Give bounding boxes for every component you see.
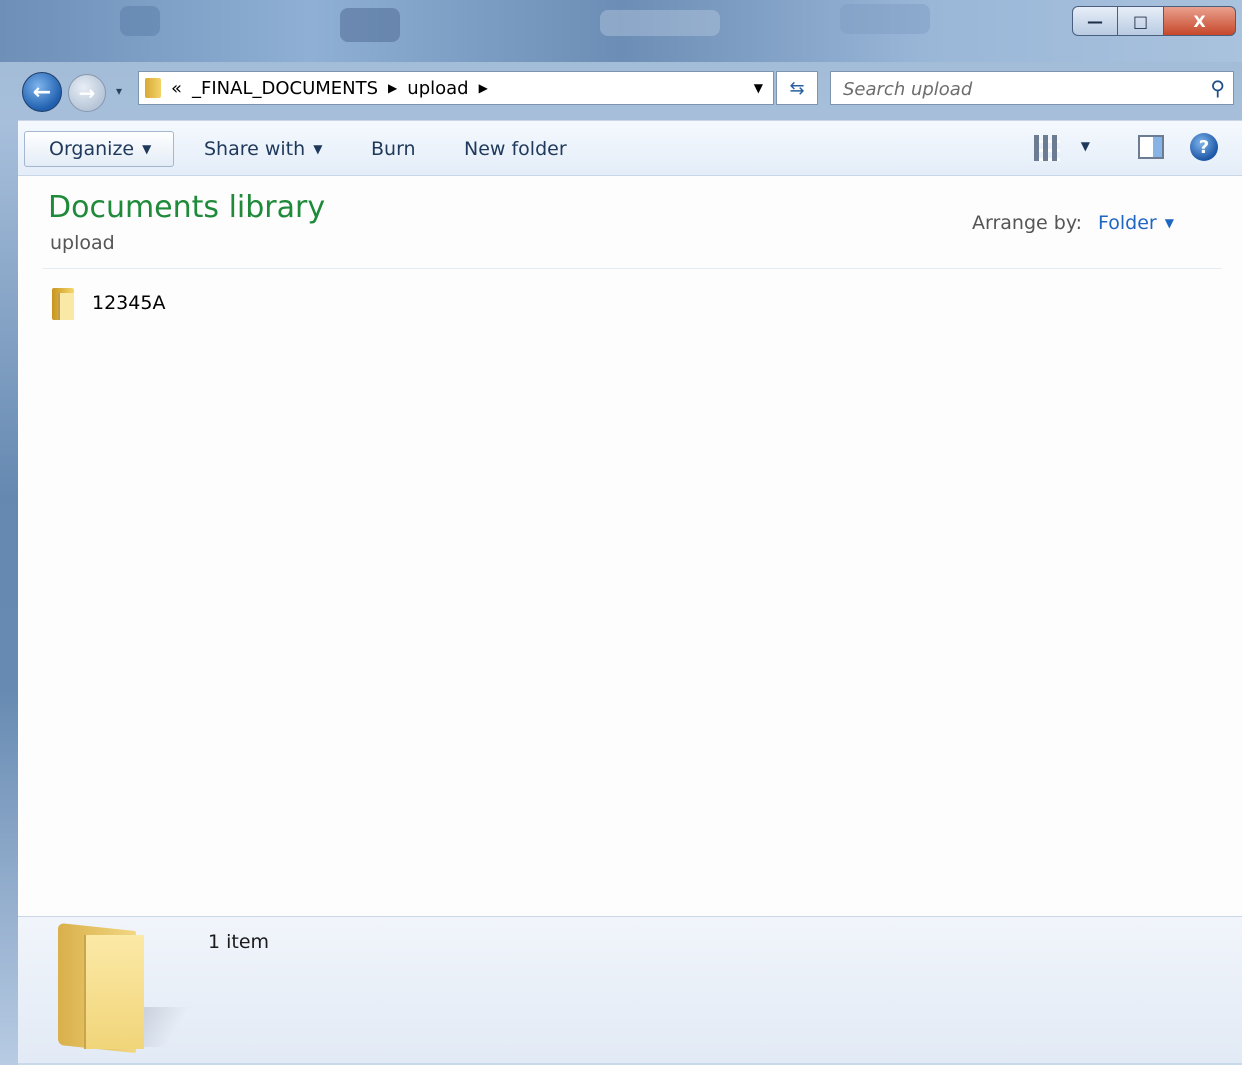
change-view-icon[interactable] — [1034, 135, 1060, 161]
breadcrumb-separator-icon[interactable]: ▶ — [479, 81, 488, 95]
window-frame-edge — [0, 120, 18, 1065]
arrange-by-dropdown[interactable]: Folder ▼ — [1098, 212, 1174, 234]
file-list-pane[interactable]: Documents library upload Arrange by: Fol… — [18, 176, 1242, 916]
burn-button[interactable]: Burn — [371, 131, 416, 167]
close-button[interactable]: X — [1164, 6, 1236, 36]
back-button[interactable]: ← — [22, 72, 62, 112]
recent-pages-dropdown[interactable]: ▾ — [116, 84, 122, 98]
window-controls: — □ X — [1072, 6, 1236, 36]
share-with-button[interactable]: Share with ▼ — [204, 131, 322, 167]
breadcrumb-overflow[interactable]: « — [171, 78, 182, 99]
search-input[interactable] — [841, 77, 1185, 101]
arrange-by-label: Arrange by: — [972, 212, 1083, 234]
chevron-down-icon: ▼ — [1164, 216, 1174, 230]
address-bar[interactable]: « _FINAL_DOCUMENTS ▶ upload ▶ ▼ — [138, 71, 774, 105]
folder-icon — [145, 78, 161, 98]
item-name: 12345A — [92, 292, 166, 314]
item-count: 1 item — [208, 931, 270, 953]
command-bar: Organize ▼ Share with ▼ Burn New folder … — [18, 120, 1242, 176]
view-options-dropdown-icon[interactable]: ▼ — [1081, 139, 1090, 153]
list-item[interactable]: 12345A — [50, 284, 165, 322]
forward-button[interactable]: → — [68, 74, 106, 112]
share-with-label: Share with — [204, 138, 306, 160]
details-pane: 1 item — [18, 916, 1242, 1063]
header-divider — [42, 268, 1222, 269]
folder-icon — [50, 285, 76, 321]
address-dropdown-icon[interactable]: ▼ — [754, 81, 763, 95]
forward-arrow-icon: → — [78, 81, 96, 105]
refresh-button[interactable]: ⇆ — [776, 71, 818, 105]
back-arrow-icon: ← — [32, 79, 52, 105]
organize-button[interactable]: Organize ▼ — [24, 131, 175, 167]
search-box[interactable]: ⚲ — [830, 71, 1234, 105]
new-folder-label: New folder — [464, 138, 567, 160]
search-icon[interactable]: ⚲ — [1210, 76, 1225, 100]
breadcrumb-separator-icon[interactable]: ▶ — [388, 81, 397, 95]
minimize-button[interactable]: — — [1072, 6, 1118, 36]
title-bar[interactable]: — □ X — [0, 0, 1242, 62]
library-subtitle: upload — [50, 232, 115, 254]
chevron-down-icon: ▼ — [142, 142, 152, 156]
navigation-row: ← → ▾ « _FINAL_DOCUMENTS ▶ upload ▶ ▼ ⇆ … — [0, 62, 1242, 114]
organize-label: Organize — [49, 138, 135, 160]
burn-label: Burn — [371, 138, 416, 160]
breadcrumb-item-upload[interactable]: upload — [407, 78, 468, 99]
chevron-down-icon: ▼ — [313, 142, 323, 156]
breadcrumb: « _FINAL_DOCUMENTS ▶ upload ▶ — [171, 78, 498, 99]
arrange-by-value: Folder — [1098, 212, 1157, 234]
preview-pane-icon[interactable] — [1138, 135, 1164, 159]
maximize-button[interactable]: □ — [1118, 6, 1164, 36]
help-icon[interactable]: ? — [1190, 133, 1218, 161]
breadcrumb-item-final-documents[interactable]: _FINAL_DOCUMENTS — [192, 78, 378, 99]
explorer-window: — □ X ← → ▾ « _FINAL_DOCUMENTS ▶ upload … — [0, 0, 1242, 1065]
refresh-icon: ⇆ — [789, 77, 805, 99]
new-folder-button[interactable]: New folder — [464, 131, 567, 167]
folder-icon — [58, 922, 190, 1055]
library-title: Documents library — [48, 190, 326, 225]
